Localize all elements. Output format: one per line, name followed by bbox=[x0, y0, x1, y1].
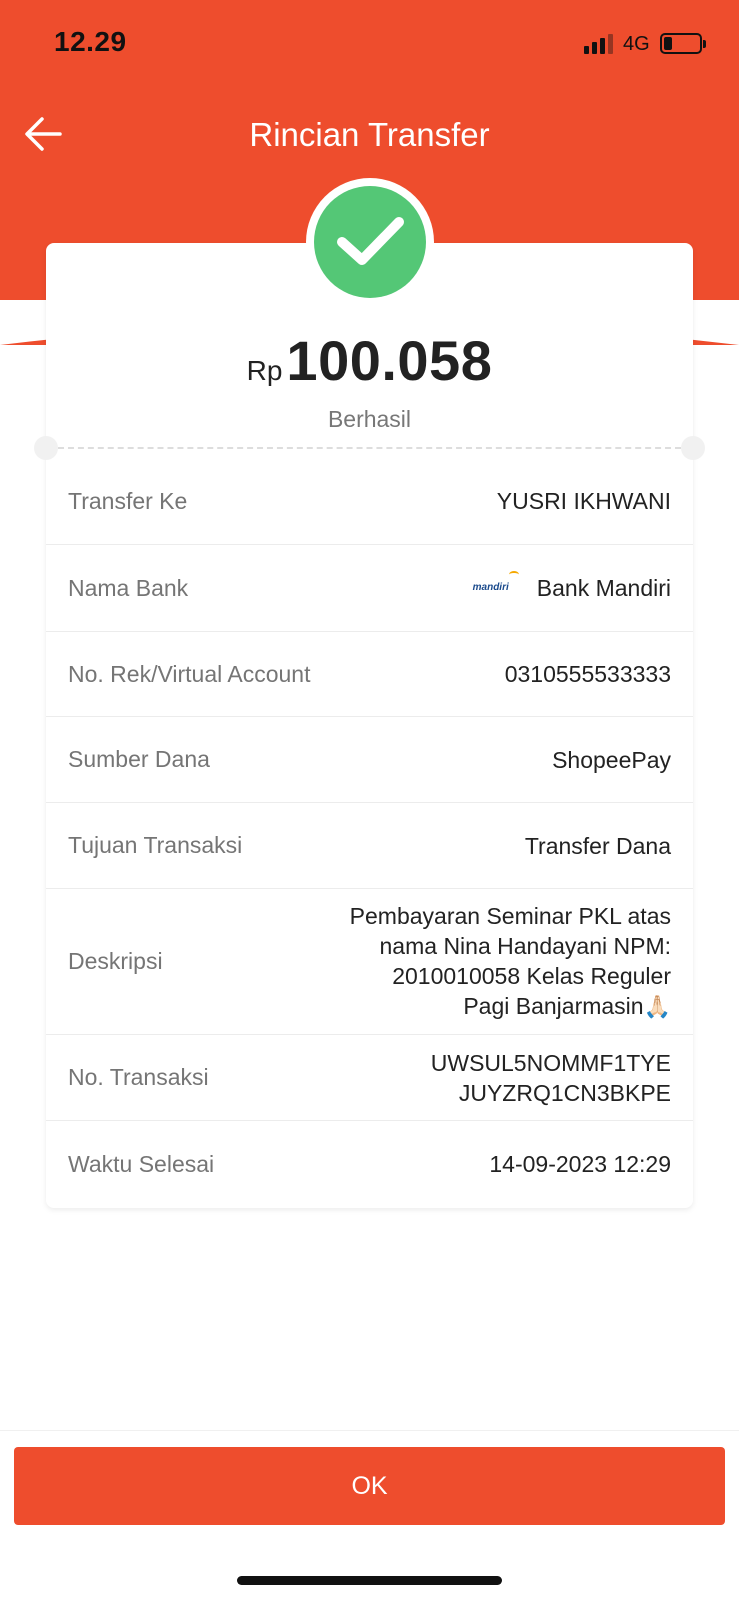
detail-row-waktu-selesai: Waktu Selesai 14-09-2023 12:29 bbox=[46, 1121, 693, 1207]
detail-row-no-rek: No. Rek/Virtual Account 0310555533333 bbox=[46, 632, 693, 717]
amount-value: 100.058 bbox=[286, 329, 493, 392]
amount-currency: Rp bbox=[246, 355, 283, 386]
page-title: Rincian Transfer bbox=[249, 116, 490, 153]
bank-value: mandiri Bank Mandiri bbox=[473, 571, 671, 603]
card-notch-left bbox=[34, 436, 58, 460]
signal-icon bbox=[584, 34, 614, 54]
detail-row-tujuan-transaksi: Tujuan Transaksi Transfer Dana bbox=[46, 803, 693, 889]
detail-value: 14-09-2023 12:29 bbox=[489, 1151, 671, 1177]
detail-value: ShopeePay bbox=[552, 746, 671, 773]
description-line: Pembayaran Seminar PKL atas bbox=[349, 903, 671, 929]
detail-label: Tujuan Transaksi bbox=[68, 832, 243, 858]
transaction-id-value: UWSUL5NOMMF1TYE JUYZRQ1CN3BKPE bbox=[431, 1048, 671, 1108]
detail-value: YUSRI IKHWANI bbox=[496, 488, 671, 514]
mandiri-logo: mandiri bbox=[473, 571, 519, 603]
status-time: 12.29 bbox=[54, 26, 127, 57]
detail-label: No. Transaksi bbox=[68, 1064, 209, 1090]
description-line: 2010010058 Kelas Reguler bbox=[392, 963, 671, 989]
status-bar: 12.29 4G bbox=[0, 0, 739, 90]
description-line: nama Nina Handayani NPM: bbox=[379, 933, 671, 959]
ok-button[interactable]: OK bbox=[14, 1447, 725, 1525]
detail-row-sumber-dana: Sumber Dana ShopeePay bbox=[46, 717, 693, 803]
transaction-id-line: JUYZRQ1CN3BKPE bbox=[458, 1079, 671, 1106]
checkmark-icon bbox=[314, 186, 426, 298]
detail-label: No. Rek/Virtual Account bbox=[68, 660, 311, 687]
transaction-status: Berhasil bbox=[327, 406, 412, 432]
detail-label: Transfer Ke bbox=[68, 487, 188, 514]
detail-label: Waktu Selesai bbox=[68, 1150, 215, 1177]
detail-label: Sumber Dana bbox=[68, 746, 210, 772]
card-notch-right bbox=[681, 436, 705, 460]
detail-row-transfer-ke: Transfer Ke YUSRI IKHWANI bbox=[46, 458, 693, 545]
home-indicator[interactable] bbox=[237, 1576, 502, 1585]
success-badge bbox=[306, 178, 434, 306]
detail-list: Transfer Ke YUSRI IKHWANI Nama Bank mand… bbox=[46, 458, 693, 1207]
detail-value: Bank Mandiri bbox=[536, 575, 671, 601]
detail-row-no-transaksi: No. Transaksi UWSUL5NOMMF1TYE JUYZRQ1CN3… bbox=[46, 1035, 693, 1121]
transaction-id-line: UWSUL5NOMMF1TYE bbox=[430, 1049, 671, 1076]
praying-hands-emoji: 🙏🏻 bbox=[643, 994, 671, 1019]
footer-divider bbox=[0, 1430, 739, 1431]
description-line: Pagi Banjarmasin bbox=[463, 993, 644, 1019]
description-value: Pembayaran Seminar PKL atas nama Nina Ha… bbox=[350, 901, 671, 1022]
detail-value: 0310555533333 bbox=[504, 661, 671, 687]
network-type: 4G bbox=[623, 33, 650, 55]
amount: Rp100.058 bbox=[0, 328, 739, 393]
detail-label: Deskripsi bbox=[68, 948, 163, 974]
detail-value: Transfer Dana bbox=[524, 832, 671, 859]
detail-label: Nama Bank bbox=[68, 574, 189, 601]
detail-row-nama-bank: Nama Bank mandiri Bank Mandiri bbox=[46, 545, 693, 632]
detail-row-deskripsi: Deskripsi Pembayaran Seminar PKL atas na… bbox=[46, 889, 693, 1035]
battery-icon bbox=[660, 33, 706, 54]
card-divider bbox=[58, 447, 681, 449]
